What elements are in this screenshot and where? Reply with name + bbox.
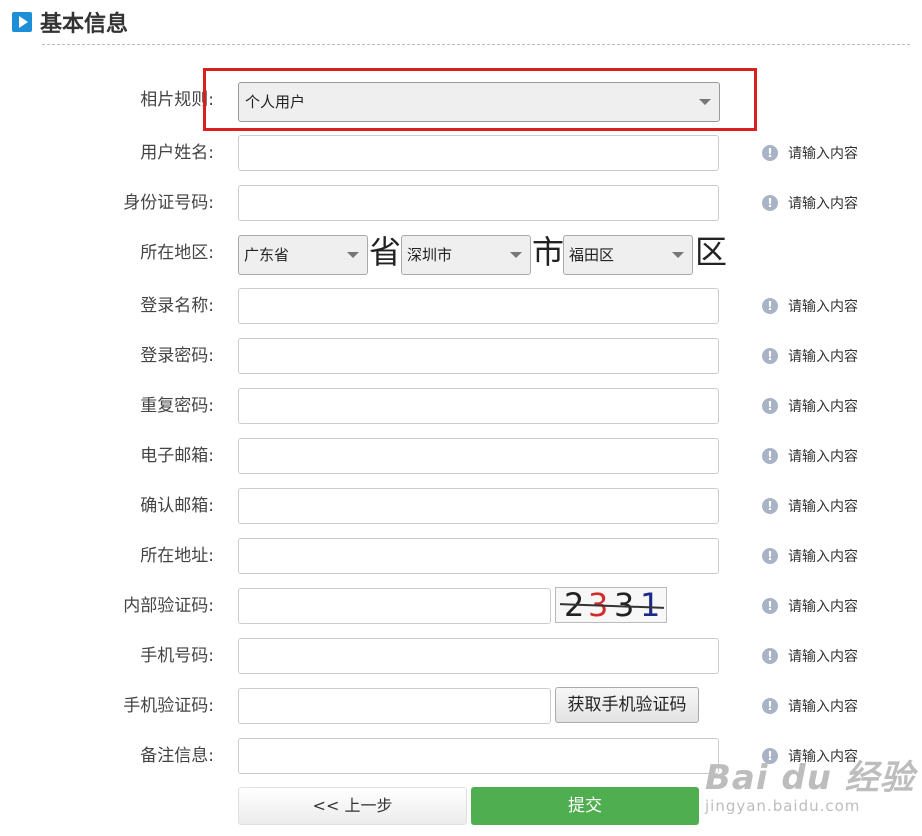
row-confirm-email: 确认邮箱: ! 请输入内容 [0, 487, 922, 525]
row-mobile: 手机号码: ! 请输入内容 [0, 637, 922, 675]
chevron-down-icon [672, 252, 684, 258]
row-internal-code: 内部验证码: 2 3 3 1 ! 请输入内容 [0, 587, 922, 625]
highlight-box [203, 68, 757, 131]
password-input[interactable] [238, 338, 719, 374]
section-header: 基本信息 [12, 6, 128, 38]
info-icon: ! [762, 348, 778, 364]
email-label: 电子邮箱: [140, 446, 214, 466]
confirm-email-input[interactable] [238, 488, 719, 524]
sms-code-hint: ! 请输入内容 [762, 687, 858, 725]
id-number-input[interactable] [238, 185, 719, 221]
row-address: 所在地址: ! 请输入内容 [0, 537, 922, 575]
hint-text: 请输入内容 [788, 549, 858, 565]
sms-code-label: 手机验证码: [123, 696, 214, 716]
id-number-label: 身份证号码: [123, 193, 214, 213]
repeat-password-input[interactable] [238, 388, 719, 424]
captcha-image[interactable]: 2 3 3 1 [555, 587, 667, 623]
info-icon: ! [762, 195, 778, 211]
hint-text: 请输入内容 [788, 399, 858, 415]
info-icon: ! [762, 298, 778, 314]
captcha-digit: 1 [640, 587, 661, 623]
login-name-hint: ! 请输入内容 [762, 287, 858, 325]
district-unit: 区 [695, 233, 728, 271]
login-name-label: 登录名称: [140, 296, 214, 316]
sms-code-input[interactable] [238, 688, 551, 724]
city-unit: 市 [532, 233, 565, 271]
internal-code-hint: ! 请输入内容 [762, 587, 858, 625]
province-select[interactable]: 广东省 [238, 235, 368, 275]
hint-text: 请输入内容 [788, 649, 858, 665]
password-label: 登录密码: [140, 346, 214, 366]
address-label: 所在地址: [140, 546, 214, 566]
city-select[interactable]: 深圳市 [401, 235, 531, 275]
row-id-number: 身份证号码: ! 请输入内容 [0, 184, 922, 222]
watermark-url: jingyan.baidu.com [705, 797, 861, 815]
email-hint: ! 请输入内容 [762, 437, 858, 475]
repeat-password-hint: ! 请输入内容 [762, 387, 858, 425]
hint-text: 请输入内容 [788, 196, 858, 212]
hint-text: 请输入内容 [788, 299, 858, 315]
region-label: 所在地区: [140, 243, 214, 263]
address-input[interactable] [238, 538, 719, 574]
chevron-down-icon [510, 252, 522, 258]
mobile-label: 手机号码: [140, 646, 214, 666]
info-icon: ! [762, 548, 778, 564]
info-icon: ! [762, 648, 778, 664]
hint-text: 请输入内容 [788, 699, 858, 715]
row-region: 所在地区: 广东省 省 深圳市 市 福田区 区 [0, 233, 922, 275]
district-value: 福田区 [569, 246, 615, 264]
username-hint: ! 请输入内容 [762, 134, 858, 172]
login-name-input[interactable] [238, 288, 719, 324]
password-hint: ! 请输入内容 [762, 337, 858, 375]
province-value: 广东省 [244, 246, 290, 264]
photo-rule-label: 相片规则: [140, 90, 214, 110]
header-divider [42, 44, 910, 45]
row-sms-code: 手机验证码: 获取手机验证码 ! 请输入内容 [0, 687, 922, 725]
row-login-name: 登录名称: ! 请输入内容 [0, 287, 922, 325]
id-number-hint: ! 请输入内容 [762, 184, 858, 222]
info-icon: ! [762, 598, 778, 614]
prev-step-button[interactable]: << 上一步 [238, 787, 467, 825]
mobile-input[interactable] [238, 638, 719, 674]
submit-button[interactable]: 提交 [471, 787, 699, 825]
hint-text: 请输入内容 [788, 499, 858, 515]
username-label: 用户姓名: [140, 143, 214, 163]
hint-text: 请输入内容 [788, 599, 858, 615]
info-icon: ! [762, 145, 778, 161]
remarks-label: 备注信息: [140, 746, 214, 766]
username-input[interactable] [238, 135, 719, 171]
province-unit: 省 [369, 233, 402, 271]
row-email: 电子邮箱: ! 请输入内容 [0, 437, 922, 475]
info-icon: ! [762, 698, 778, 714]
baidu-watermark: Bai du 经验 jingyan.baidu.com [705, 750, 915, 815]
city-value: 深圳市 [407, 246, 453, 264]
email-input[interactable] [238, 438, 719, 474]
get-sms-code-button[interactable]: 获取手机验证码 [555, 687, 699, 723]
hint-text: 请输入内容 [788, 146, 858, 162]
confirm-email-hint: ! 请输入内容 [762, 487, 858, 525]
remarks-input[interactable] [238, 738, 719, 774]
address-hint: ! 请输入内容 [762, 537, 858, 575]
info-icon: ! [762, 498, 778, 514]
internal-code-label: 内部验证码: [123, 596, 214, 616]
info-icon: ! [762, 448, 778, 464]
chevron-down-icon [347, 252, 359, 258]
section-title: 基本信息 [40, 12, 129, 37]
confirm-email-label: 确认邮箱: [140, 496, 214, 516]
row-password: 登录密码: ! 请输入内容 [0, 337, 922, 375]
internal-code-input[interactable] [238, 588, 551, 624]
info-icon: ! [762, 398, 778, 414]
row-repeat-password: 重复密码: ! 请输入内容 [0, 387, 922, 425]
district-select[interactable]: 福田区 [563, 235, 693, 275]
play-icon [12, 12, 32, 32]
watermark-logo-text: Bai du 经验 [705, 758, 915, 798]
hint-text: 请输入内容 [788, 349, 858, 365]
repeat-password-label: 重复密码: [140, 396, 214, 416]
hint-text: 请输入内容 [788, 449, 858, 465]
mobile-hint: ! 请输入内容 [762, 637, 858, 675]
row-username: 用户姓名: ! 请输入内容 [0, 134, 922, 172]
